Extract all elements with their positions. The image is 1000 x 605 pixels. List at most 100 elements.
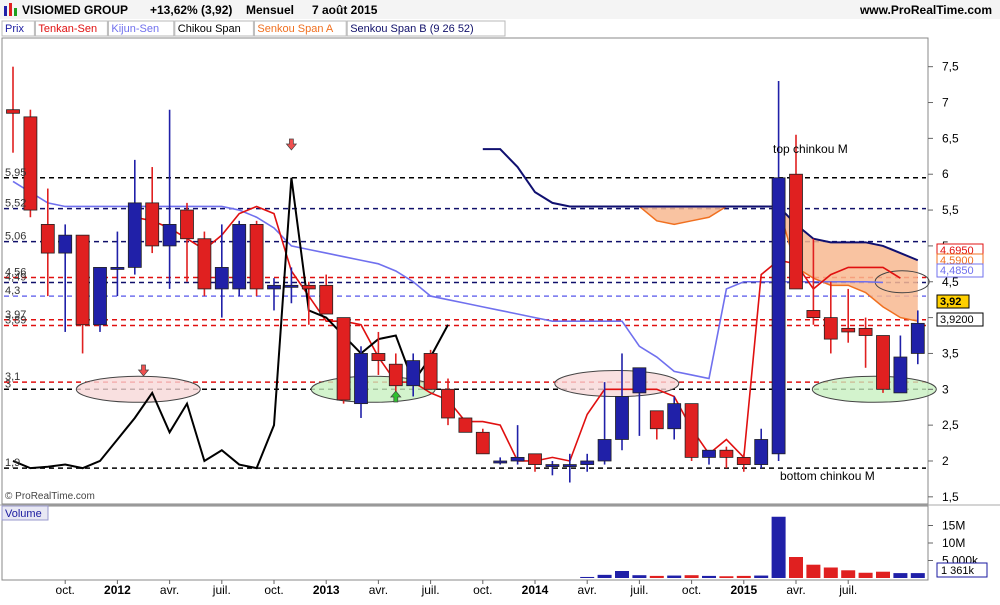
candle-body-38[interactable]	[667, 403, 682, 430]
candle-body-48[interactable]	[841, 327, 856, 333]
candle-body-18[interactable]	[319, 284, 334, 315]
chart-svg[interactable]: VISIOMED GROUP +13,62% (3,92) Mensuel 7 …	[0, 0, 1000, 600]
candle-body-42[interactable]	[736, 456, 751, 465]
candle-body-31[interactable]	[545, 464, 560, 467]
candle-body-21[interactable]	[371, 353, 386, 362]
candle-body-13[interactable]	[232, 223, 247, 290]
candle-body-34[interactable]	[597, 439, 612, 462]
candle-body-23[interactable]	[406, 360, 421, 387]
left-level-label-4: 4,49	[5, 271, 26, 283]
right-tag-4: 3,9200	[940, 314, 974, 326]
candle-body-15[interactable]	[267, 284, 281, 290]
volume-bar-49	[858, 572, 873, 578]
volume-bar-36	[632, 575, 647, 578]
candle-body-51[interactable]	[893, 356, 908, 394]
candle-body-4[interactable]	[75, 234, 90, 326]
candle-body-33[interactable]	[580, 460, 595, 465]
candle-body-46[interactable]	[806, 310, 821, 318]
volume-bar-46	[806, 564, 821, 578]
candle-body-36[interactable]	[632, 367, 647, 394]
x-tick-label-15: juil.	[838, 583, 857, 597]
candle-body-37[interactable]	[649, 410, 664, 430]
x-tick-label-10: avr.	[578, 583, 597, 597]
chart-window: VISIOMED GROUP +13,62% (3,92) Mensuel 7 …	[0, 0, 1000, 600]
candle-body-14[interactable]	[249, 223, 264, 290]
candle-body-19[interactable]	[336, 317, 351, 401]
candle-body-6[interactable]	[110, 267, 125, 270]
candle-body-49[interactable]	[858, 327, 873, 336]
volume-bar-43	[754, 575, 769, 578]
y-tick-label-11: 7	[942, 96, 949, 110]
candle-body-11[interactable]	[197, 238, 212, 290]
candle-body-43[interactable]	[754, 439, 769, 465]
candle-body-25[interactable]	[441, 388, 455, 419]
candle-body-5[interactable]	[93, 267, 107, 326]
candle-body-10[interactable]	[180, 209, 194, 240]
y-tick-label-4: 3,5	[942, 346, 959, 360]
candle-body-52[interactable]	[910, 322, 925, 354]
candle-body-41[interactable]	[719, 449, 734, 458]
candle-body-9[interactable]	[162, 223, 177, 247]
x-tick-label-3: juil.	[212, 583, 231, 597]
x-tick-label-2: avr.	[160, 583, 179, 597]
candle-body-16[interactable]	[284, 284, 299, 288]
volume-bar-50	[876, 571, 890, 578]
y-tick-label-2: 2,5	[942, 418, 959, 432]
y-tick-label-0: 1,5	[942, 490, 959, 504]
header-site[interactable]: www.ProRealTime.com	[859, 3, 992, 17]
legend-item-5: Senkou Span B (9 26 52)	[350, 23, 474, 35]
volume-tick-label-1: 10M	[942, 536, 965, 550]
x-tick-label-1: 2012	[104, 583, 131, 597]
left-level-label-10: 1,9	[5, 457, 20, 469]
highlight-ellipse-2012	[75, 375, 201, 403]
x-tick-label-0: oct.	[56, 583, 75, 597]
candle-body-40[interactable]	[702, 449, 716, 458]
candle-body-7[interactable]	[127, 202, 142, 268]
candle-body-3[interactable]	[58, 234, 73, 254]
candle-body-2[interactable]	[40, 223, 55, 254]
candle-body-35[interactable]	[615, 396, 629, 440]
candle-body-45[interactable]	[789, 173, 803, 290]
candle-body-44[interactable]	[771, 177, 786, 455]
x-tick-label-13: 2015	[730, 583, 757, 597]
x-tick-label-11: juil.	[629, 583, 648, 597]
header-date: 7 août 2015	[312, 3, 378, 17]
candle-body-47[interactable]	[823, 317, 838, 340]
candle-body-22[interactable]	[388, 363, 403, 387]
volume-bar-40	[702, 575, 716, 578]
candle-body-27[interactable]	[475, 431, 490, 455]
candle-body-39[interactable]	[684, 403, 699, 458]
volume-tick-label-0: 15M	[942, 519, 965, 533]
right-tag-3: 3,92	[940, 296, 961, 308]
left-level-label-2: 5,06	[5, 231, 26, 243]
x-tick-label-9: 2014	[522, 583, 549, 597]
header-symbol: VISIOMED GROUP	[22, 3, 128, 17]
candle-body-24[interactable]	[423, 353, 438, 390]
candle-body-32[interactable]	[562, 464, 577, 467]
candle-body-50[interactable]	[876, 335, 890, 390]
y-tick-label-8: 5,5	[942, 203, 959, 217]
y-tick-label-10: 6,5	[942, 131, 959, 145]
volume-bar-35	[615, 571, 629, 578]
candle-body-26[interactable]	[458, 417, 473, 433]
left-level-label-0: 5,95	[5, 167, 26, 179]
candle-body-8[interactable]	[145, 202, 160, 247]
candle-body-29[interactable]	[510, 456, 525, 462]
legend-item-1: Tenkan-Sen	[38, 23, 97, 35]
x-tick-label-4: oct.	[264, 583, 283, 597]
candle-body-0[interactable]	[6, 109, 20, 114]
candle-body-1[interactable]	[23, 116, 38, 211]
volume-bar-45	[789, 557, 803, 578]
x-tick-label-12: oct.	[682, 583, 701, 597]
copyright: © ProRealTime.com	[5, 491, 95, 502]
candle-body-28[interactable]	[493, 460, 508, 464]
candle-body-30[interactable]	[528, 453, 542, 465]
candle-body-12[interactable]	[214, 267, 229, 290]
volume-bar-37	[649, 575, 664, 578]
header-period: Mensuel	[246, 3, 294, 17]
candle-body-17[interactable]	[301, 284, 316, 290]
legend-item-0: Prix	[5, 23, 24, 35]
x-tick-label-8: oct.	[473, 583, 492, 597]
volume-bar-48	[841, 570, 856, 578]
candle-body-20[interactable]	[354, 353, 368, 405]
